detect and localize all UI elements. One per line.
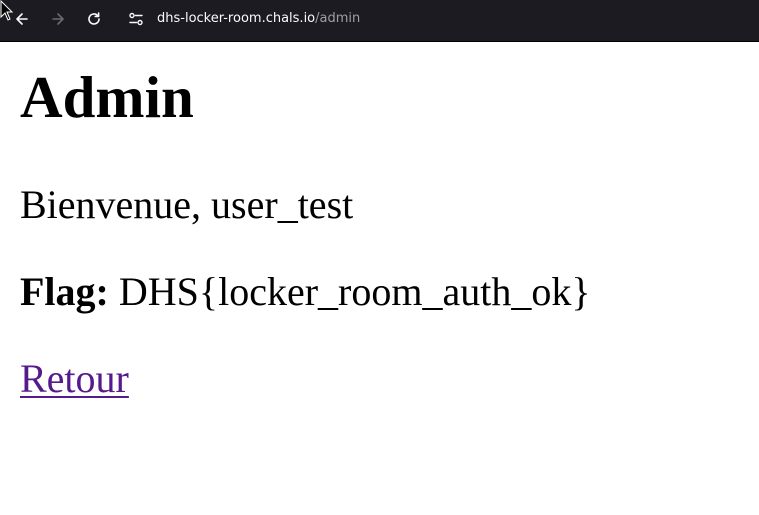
page-title: Admin	[20, 64, 194, 130]
mouse-cursor-icon	[0, 0, 14, 22]
flag-label: Flag:	[20, 269, 109, 314]
arrow-left-icon	[14, 11, 30, 27]
flag-line: Flag: DHS{locker_room_auth_ok}	[20, 269, 591, 315]
reload-button[interactable]	[80, 7, 108, 31]
forward-button[interactable]	[44, 7, 72, 31]
flag-value: DHS{locker_room_auth_ok}	[118, 269, 591, 314]
welcome-message: Bienvenue, user_test	[20, 182, 354, 227]
arrow-right-icon	[50, 11, 66, 27]
browser-toolbar: dhs-locker-room.chals.io/admin	[0, 0, 759, 42]
site-settings-icon[interactable]	[120, 4, 152, 34]
url-host: dhs-locker-room.chals.io	[157, 11, 316, 26]
url-path: /admin	[315, 11, 361, 26]
url-text: dhs-locker-room.chals.io/admin	[157, 4, 360, 34]
address-bar[interactable]: dhs-locker-room.chals.io/admin	[120, 4, 756, 34]
back-link[interactable]: Retour	[20, 356, 129, 402]
reload-icon	[86, 11, 102, 27]
